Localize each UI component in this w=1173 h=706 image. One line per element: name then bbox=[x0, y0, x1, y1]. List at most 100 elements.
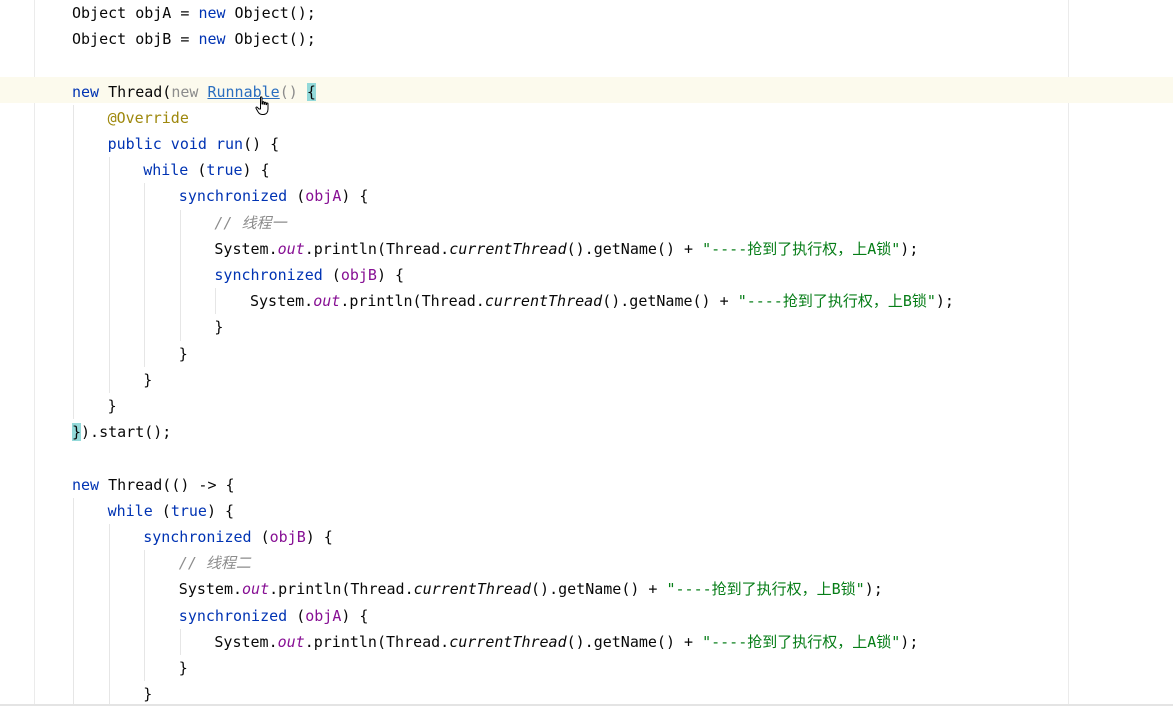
keyword-token: new bbox=[72, 475, 100, 494]
indent-guide-line bbox=[144, 183, 146, 367]
code-line[interactable]: // 线程一 bbox=[214, 210, 286, 236]
code-text: } bbox=[143, 370, 153, 389]
static-field-reference: out bbox=[242, 580, 270, 599]
code-text: ) { bbox=[376, 266, 405, 284]
matched-brace: { bbox=[306, 82, 316, 101]
code-text: ( bbox=[251, 528, 270, 546]
static-method-call: currentThread bbox=[413, 580, 532, 599]
code-text: } bbox=[178, 659, 188, 677]
code-text: } bbox=[107, 397, 117, 415]
code-text: Object objB = bbox=[72, 30, 199, 49]
code-text: ( bbox=[188, 161, 207, 180]
keyword-token: synchronized bbox=[214, 266, 323, 284]
code-line[interactable]: System.out.println(Thread.currentThread(… bbox=[179, 576, 883, 602]
code-line[interactable]: synchronized (objB) { bbox=[143, 524, 333, 550]
code-text: ( bbox=[322, 266, 341, 284]
code-text: ().getName() + bbox=[566, 632, 703, 651]
right-margin-guide bbox=[1068, 0, 1069, 706]
code-line[interactable]: } bbox=[143, 681, 152, 706]
code-line[interactable]: } bbox=[214, 314, 223, 340]
static-method-call: currentThread bbox=[484, 292, 603, 311]
code-line[interactable]: synchronized (objA) { bbox=[179, 183, 369, 209]
static-field-reference: out bbox=[277, 239, 305, 258]
code-line[interactable]: new Thread(() -> { bbox=[72, 472, 235, 498]
code-line[interactable]: while (true) { bbox=[108, 498, 234, 524]
keyword-token: synchronized bbox=[178, 187, 288, 206]
keyword-token: new bbox=[198, 4, 226, 22]
field-reference: objB bbox=[269, 528, 306, 546]
code-line[interactable]: } bbox=[108, 393, 117, 419]
indent-guide-line bbox=[179, 628, 181, 655]
code-text: ); bbox=[900, 239, 919, 258]
annotation-token: @Override bbox=[107, 108, 189, 127]
code-line[interactable]: System.out.println(Thread.currentThread(… bbox=[214, 236, 918, 262]
code-text: ) { bbox=[341, 187, 369, 206]
field-reference: objB bbox=[340, 266, 377, 284]
keyword-token: true bbox=[170, 501, 207, 520]
code-line[interactable]: new Thread(new Runnable() { bbox=[72, 79, 316, 105]
code-editor[interactable]: Object objA = new Object(); Object objB =… bbox=[0, 0, 1173, 706]
indent-guide-line bbox=[108, 157, 110, 393]
code-line[interactable]: } bbox=[179, 655, 188, 681]
code-comment: // 线程一 bbox=[214, 213, 287, 232]
code-line[interactable]: }).start(); bbox=[72, 419, 171, 445]
code-text: ); bbox=[900, 632, 919, 651]
code-line[interactable]: synchronized (objB) { bbox=[214, 262, 404, 288]
code-text: ( bbox=[287, 187, 306, 206]
indent-guide-line bbox=[179, 209, 181, 341]
keyword-token: run bbox=[215, 135, 244, 153]
string-literal: "----抢到了执行权，上A锁" bbox=[702, 239, 901, 258]
folded-code-hint: () bbox=[279, 82, 307, 101]
static-method-call: currentThread bbox=[449, 239, 567, 258]
code-text: ) { bbox=[341, 606, 369, 625]
keyword-token: synchronized bbox=[143, 528, 252, 546]
indent-guide-line bbox=[73, 497, 74, 706]
code-line[interactable]: while (true) { bbox=[143, 157, 269, 183]
string-literal: "----抢到了执行权，上B锁" bbox=[737, 292, 936, 311]
matched-brace: } bbox=[72, 423, 82, 442]
code-text: .println(Thread. bbox=[304, 239, 450, 258]
code-line[interactable]: } bbox=[143, 367, 152, 393]
code-text: ) { bbox=[242, 161, 270, 180]
static-field-reference: out bbox=[277, 632, 305, 651]
code-text: System. bbox=[250, 292, 314, 311]
code-text: ().getName() + bbox=[531, 580, 667, 599]
code-text: ); bbox=[864, 580, 883, 599]
code-text: ().getName() + bbox=[602, 292, 738, 311]
field-reference: objA bbox=[305, 187, 342, 206]
code-line[interactable]: Object objA = new Object(); bbox=[72, 0, 316, 26]
code-text: ); bbox=[935, 292, 954, 311]
code-text: Thread( bbox=[99, 82, 172, 101]
code-text: System. bbox=[178, 580, 243, 599]
code-text: ().getName() + bbox=[566, 239, 703, 258]
field-reference: objA bbox=[305, 606, 342, 625]
code-text: Object(); bbox=[225, 30, 316, 49]
string-literal: "----抢到了执行权，上A锁" bbox=[702, 632, 901, 651]
code-line[interactable]: System.out.println(Thread.currentThread(… bbox=[214, 629, 918, 655]
editor-gutter[interactable] bbox=[0, 0, 35, 706]
folded-code-hint: new bbox=[171, 82, 208, 101]
code-line[interactable]: Object objB = new Object(); bbox=[72, 26, 316, 52]
code-line[interactable]: public void run() { bbox=[108, 131, 280, 157]
code-text: .println(Thread. bbox=[269, 580, 414, 599]
keyword-token: while bbox=[143, 161, 189, 180]
code-line[interactable]: // 线程二 bbox=[179, 550, 251, 576]
code-text: Object(); bbox=[225, 4, 316, 22]
code-text: ( bbox=[287, 606, 306, 625]
indent-guide-line bbox=[144, 550, 146, 682]
code-text: ) { bbox=[305, 528, 333, 546]
code-line[interactable]: synchronized (objA) { bbox=[179, 603, 369, 629]
code-text: Thread(() -> { bbox=[99, 475, 235, 494]
indent-guide-line bbox=[215, 288, 217, 315]
code-text: } bbox=[214, 318, 224, 337]
code-line[interactable]: System.out.println(Thread.currentThread(… bbox=[250, 288, 954, 314]
code-line[interactable]: } bbox=[179, 341, 188, 367]
code-text: ).start(); bbox=[81, 423, 172, 442]
code-line[interactable]: @Override bbox=[108, 105, 189, 131]
hand-pointer-icon bbox=[255, 96, 269, 115]
code-text: System. bbox=[214, 239, 278, 258]
keyword-token: while bbox=[107, 501, 153, 520]
code-text: } bbox=[143, 685, 153, 704]
code-text: } bbox=[178, 344, 188, 363]
